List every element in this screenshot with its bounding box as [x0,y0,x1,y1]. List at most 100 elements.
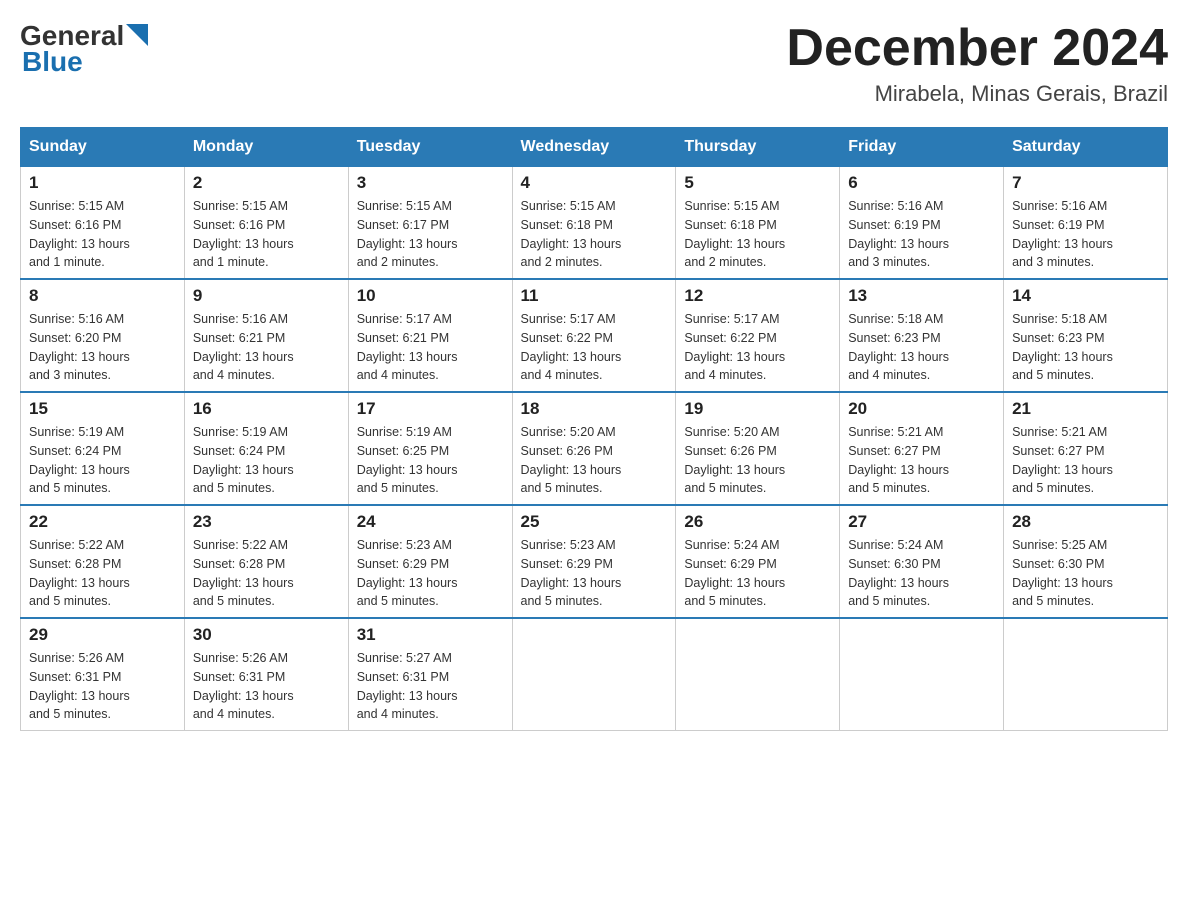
calendar-cell: 30 Sunrise: 5:26 AMSunset: 6:31 PMDayligh… [184,618,348,731]
calendar-week-2: 8 Sunrise: 5:16 AMSunset: 6:20 PMDaylight… [21,279,1168,392]
calendar-cell: 22 Sunrise: 5:22 AMSunset: 6:28 PMDayligh… [21,505,185,618]
day-number: 20 [848,399,995,419]
day-number: 8 [29,286,176,306]
day-info: Sunrise: 5:22 AMSunset: 6:28 PMDaylight:… [193,536,340,611]
day-number: 27 [848,512,995,532]
calendar-week-4: 22 Sunrise: 5:22 AMSunset: 6:28 PMDayligh… [21,505,1168,618]
calendar-cell [1004,618,1168,731]
day-info: Sunrise: 5:15 AMSunset: 6:18 PMDaylight:… [521,197,668,272]
day-info: Sunrise: 5:26 AMSunset: 6:31 PMDaylight:… [29,649,176,724]
calendar-title: December 2024 [786,20,1168,77]
header-wednesday: Wednesday [512,128,676,167]
day-number: 31 [357,625,504,645]
page-header: General Blue December 2024 Mirabela, Min… [20,20,1168,107]
calendar-cell: 27 Sunrise: 5:24 AMSunset: 6:30 PMDayligh… [840,505,1004,618]
day-info: Sunrise: 5:22 AMSunset: 6:28 PMDaylight:… [29,536,176,611]
day-info: Sunrise: 5:15 AMSunset: 6:17 PMDaylight:… [357,197,504,272]
day-info: Sunrise: 5:15 AMSunset: 6:16 PMDaylight:… [193,197,340,272]
day-number: 21 [1012,399,1159,419]
day-number: 17 [357,399,504,419]
logo-triangle-icon [126,24,148,46]
day-number: 23 [193,512,340,532]
day-info: Sunrise: 5:20 AMSunset: 6:26 PMDaylight:… [521,423,668,498]
calendar-cell: 20 Sunrise: 5:21 AMSunset: 6:27 PMDayligh… [840,392,1004,505]
day-number: 11 [521,286,668,306]
calendar-cell [512,618,676,731]
header-thursday: Thursday [676,128,840,167]
calendar-cell: 7 Sunrise: 5:16 AMSunset: 6:19 PMDaylight… [1004,167,1168,280]
day-number: 30 [193,625,340,645]
calendar-cell [840,618,1004,731]
calendar-cell: 17 Sunrise: 5:19 AMSunset: 6:25 PMDayligh… [348,392,512,505]
day-number: 29 [29,625,176,645]
day-info: Sunrise: 5:23 AMSunset: 6:29 PMDaylight:… [521,536,668,611]
day-number: 5 [684,173,831,193]
day-info: Sunrise: 5:18 AMSunset: 6:23 PMDaylight:… [848,310,995,385]
day-number: 3 [357,173,504,193]
calendar-cell: 5 Sunrise: 5:15 AMSunset: 6:18 PMDaylight… [676,167,840,280]
day-info: Sunrise: 5:21 AMSunset: 6:27 PMDaylight:… [1012,423,1159,498]
day-info: Sunrise: 5:19 AMSunset: 6:25 PMDaylight:… [357,423,504,498]
day-info: Sunrise: 5:24 AMSunset: 6:29 PMDaylight:… [684,536,831,611]
calendar-week-3: 15 Sunrise: 5:19 AMSunset: 6:24 PMDayligh… [21,392,1168,505]
calendar-cell: 19Sunrise: 5:20 AMSunset: 6:26 PMDayligh… [676,392,840,505]
calendar-cell: 31 Sunrise: 5:27 AMSunset: 6:31 PMDayligh… [348,618,512,731]
day-number: 12 [684,286,831,306]
day-info: Sunrise: 5:24 AMSunset: 6:30 PMDaylight:… [848,536,995,611]
day-info: Sunrise: 5:21 AMSunset: 6:27 PMDaylight:… [848,423,995,498]
day-number: 28 [1012,512,1159,532]
day-info: Sunrise: 5:16 AMSunset: 6:20 PMDaylight:… [29,310,176,385]
day-number: 10 [357,286,504,306]
calendar-cell: 13 Sunrise: 5:18 AMSunset: 6:23 PMDayligh… [840,279,1004,392]
day-number: 1 [29,173,176,193]
day-info: Sunrise: 5:20 AMSunset: 6:26 PMDaylight:… [684,423,831,498]
calendar-cell: 4 Sunrise: 5:15 AMSunset: 6:18 PMDaylight… [512,167,676,280]
day-info: Sunrise: 5:19 AMSunset: 6:24 PMDaylight:… [193,423,340,498]
calendar-cell: 24 Sunrise: 5:23 AMSunset: 6:29 PMDayligh… [348,505,512,618]
calendar-cell: 14 Sunrise: 5:18 AMSunset: 6:23 PMDayligh… [1004,279,1168,392]
day-info: Sunrise: 5:17 AMSunset: 6:22 PMDaylight:… [521,310,668,385]
day-number: 18 [521,399,668,419]
day-number: 7 [1012,173,1159,193]
calendar-header-row: SundayMondayTuesdayWednesdayThursdayFrid… [21,128,1168,167]
day-info: Sunrise: 5:25 AMSunset: 6:30 PMDaylight:… [1012,536,1159,611]
calendar-cell: 28 Sunrise: 5:25 AMSunset: 6:30 PMDayligh… [1004,505,1168,618]
day-info: Sunrise: 5:16 AMSunset: 6:19 PMDaylight:… [848,197,995,272]
day-info: Sunrise: 5:23 AMSunset: 6:29 PMDaylight:… [357,536,504,611]
day-info: Sunrise: 5:26 AMSunset: 6:31 PMDaylight:… [193,649,340,724]
calendar-subtitle: Mirabela, Minas Gerais, Brazil [786,81,1168,107]
calendar-cell: 2Sunrise: 5:15 AMSunset: 6:16 PMDaylight… [184,167,348,280]
logo: General Blue [20,20,148,78]
calendar-cell: 1Sunrise: 5:15 AMSunset: 6:16 PMDaylight… [21,167,185,280]
day-info: Sunrise: 5:18 AMSunset: 6:23 PMDaylight:… [1012,310,1159,385]
day-info: Sunrise: 5:27 AMSunset: 6:31 PMDaylight:… [357,649,504,724]
day-info: Sunrise: 5:17 AMSunset: 6:22 PMDaylight:… [684,310,831,385]
day-number: 16 [193,399,340,419]
day-number: 4 [521,173,668,193]
day-number: 24 [357,512,504,532]
calendar-cell: 18 Sunrise: 5:20 AMSunset: 6:26 PMDayligh… [512,392,676,505]
calendar-table: SundayMondayTuesdayWednesdayThursdayFrid… [20,127,1168,731]
calendar-cell: 15 Sunrise: 5:19 AMSunset: 6:24 PMDayligh… [21,392,185,505]
day-number: 13 [848,286,995,306]
title-area: December 2024 Mirabela, Minas Gerais, Br… [786,20,1168,107]
day-info: Sunrise: 5:17 AMSunset: 6:21 PMDaylight:… [357,310,504,385]
day-info: Sunrise: 5:16 AMSunset: 6:19 PMDaylight:… [1012,197,1159,272]
day-number: 6 [848,173,995,193]
day-number: 25 [521,512,668,532]
day-number: 14 [1012,286,1159,306]
header-saturday: Saturday [1004,128,1168,167]
day-info: Sunrise: 5:19 AMSunset: 6:24 PMDaylight:… [29,423,176,498]
calendar-cell [676,618,840,731]
header-monday: Monday [184,128,348,167]
calendar-cell: 3 Sunrise: 5:15 AMSunset: 6:17 PMDaylight… [348,167,512,280]
calendar-cell: 8 Sunrise: 5:16 AMSunset: 6:20 PMDaylight… [21,279,185,392]
calendar-cell: 11 Sunrise: 5:17 AMSunset: 6:22 PMDayligh… [512,279,676,392]
calendar-cell: 29 Sunrise: 5:26 AMSunset: 6:31 PMDayligh… [21,618,185,731]
calendar-week-1: 1 Sunrise: 5:15 AMSunset: 6:16 PMDaylight… [21,167,1168,280]
day-number: 26 [684,512,831,532]
day-number: 15 [29,399,176,419]
day-info: Sunrise: 5:15 AMSunset: 6:18 PMDaylight:… [684,197,831,272]
day-number: 22 [29,512,176,532]
calendar-cell: 23 Sunrise: 5:22 AMSunset: 6:28 PMDayligh… [184,505,348,618]
